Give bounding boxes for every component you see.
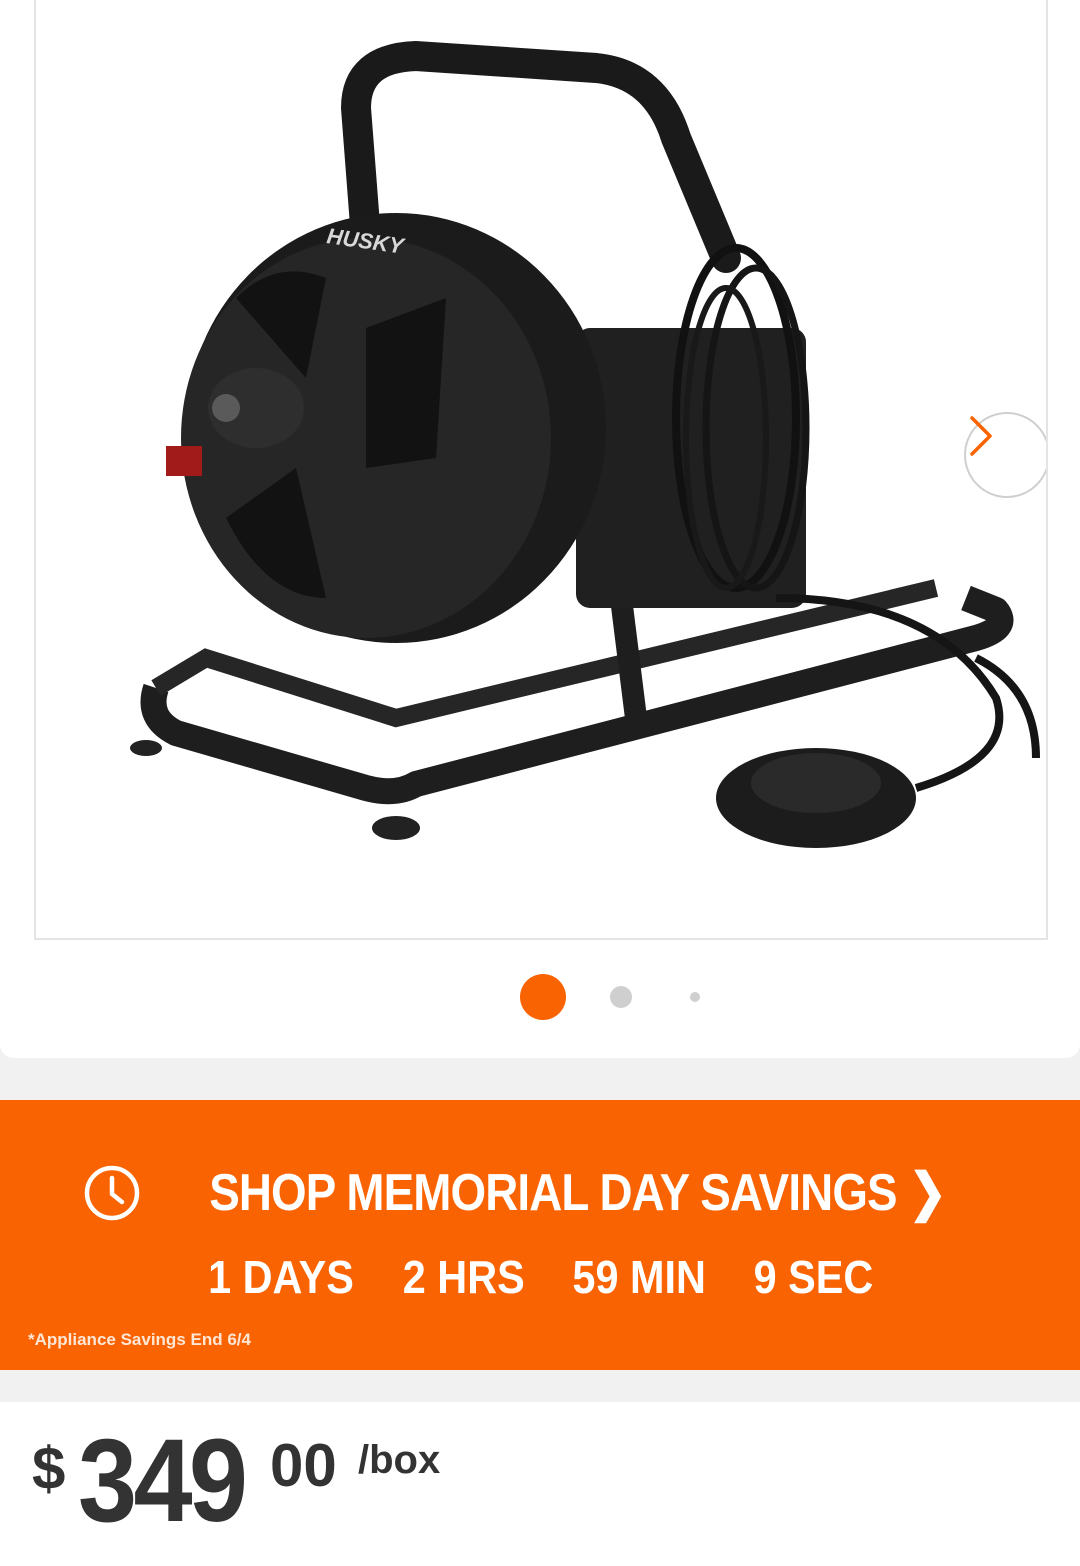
- carousel-next-button[interactable]: [964, 412, 1046, 498]
- countdown-days: 1 DAYS: [207, 1251, 354, 1303]
- clock-icon: [85, 1165, 140, 1221]
- countdown-hours: 2 HRS: [402, 1251, 525, 1303]
- carousel-dot-active[interactable]: [520, 974, 566, 1020]
- countdown-timer: 1 DAYS 2 HRS 59 MIN 9 SEC: [0, 1250, 1080, 1310]
- promo-footnote: *Appliance Savings End 6/4: [28, 1330, 251, 1349]
- price-currency: $: [32, 1435, 66, 1502]
- price-unit: /box: [358, 1438, 441, 1482]
- drain-cleaner-illustration: HUSKY: [130, 40, 1040, 848]
- product-gallery-card: HUSKY: [0, 0, 1080, 1058]
- price-cents: 00: [270, 1432, 337, 1499]
- chevron-right-icon: [970, 416, 992, 456]
- promo-headline[interactable]: SHOP MEMORIAL DAY SAVINGS ❯: [0, 1160, 1080, 1226]
- carousel-dot[interactable]: [610, 986, 632, 1008]
- carousel-indicators: [0, 974, 1080, 1020]
- price-dollars: 349: [78, 1415, 248, 1547]
- countdown-seconds: 9 SEC: [754, 1251, 874, 1303]
- price-section: $ 349 00 /box: [0, 1402, 1080, 1566]
- promo-headline-text: SHOP MEMORIAL DAY SAVINGS ❯: [209, 1164, 948, 1222]
- carousel-dot[interactable]: [690, 992, 700, 1002]
- promo-banner[interactable]: SHOP MEMORIAL DAY SAVINGS ❯ 1 DAYS 2 HRS…: [0, 1100, 1080, 1370]
- product-image[interactable]: HUSKY: [34, 0, 1048, 940]
- countdown-minutes: 59 MIN: [572, 1251, 706, 1303]
